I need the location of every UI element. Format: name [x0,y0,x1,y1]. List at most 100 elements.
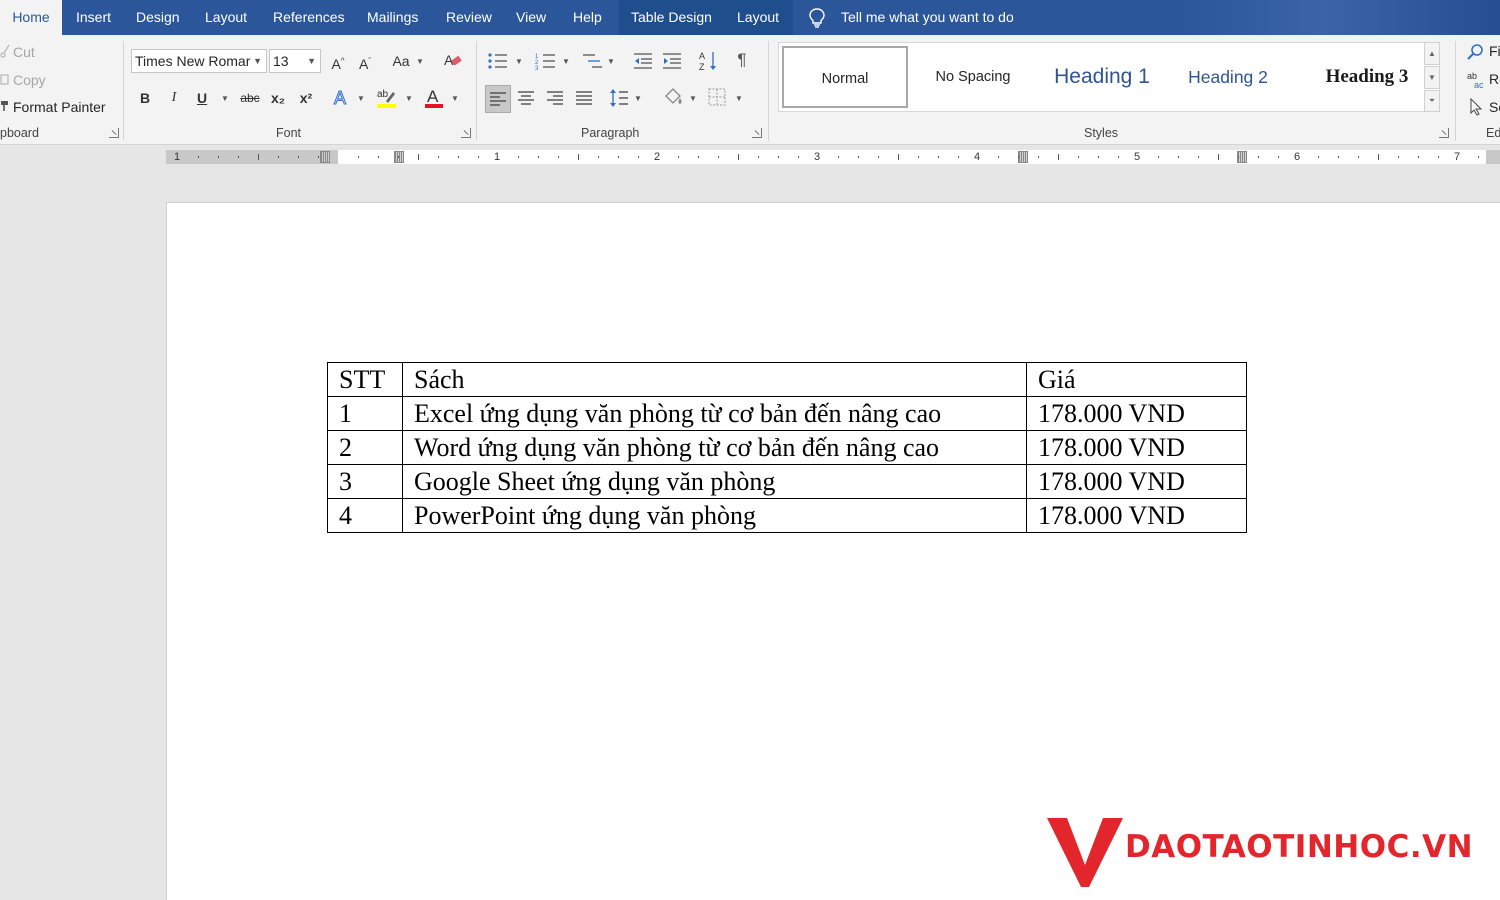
clear-formatting-icon[interactable]: A [443,50,463,70]
ruler-tick [878,156,879,158]
table-cell[interactable]: 2 [327,430,403,465]
ruler-tick [598,156,599,158]
tab-insert[interactable]: Insert [76,0,111,35]
strikethrough-button[interactable]: abc [238,87,262,109]
chevron-down-icon: ▼ [416,57,424,66]
text-effects-icon[interactable]: A [332,87,352,109]
table-cell[interactable]: 4 [327,498,403,533]
chevron-down-icon: ▼ [221,94,229,103]
tab-home[interactable]: Home [0,0,62,35]
font-color-icon[interactable]: A [424,86,444,110]
sort-icon[interactable]: AZ [698,50,718,72]
table-cell[interactable]: Giá [1026,362,1247,397]
tab-design[interactable]: Design [136,0,180,35]
horizontal-ruler[interactable]: 1 1 2 3 4 5 6 7 [166,150,1500,164]
justify-icon[interactable] [575,90,593,106]
table-cell[interactable]: 178.000 VND [1026,396,1247,431]
ruler-tick [218,156,219,158]
font-dialog-launcher[interactable] [461,128,471,138]
multilevel-list-icon[interactable] [581,52,603,70]
watermark-text: DAOTAOTINHOC.VN [1125,829,1474,865]
paragraph-dialog-launcher[interactable] [752,128,762,138]
tab-view[interactable]: View [516,0,546,35]
style-heading-1[interactable]: Heading 1 [1037,46,1167,108]
select-button[interactable]: Se [1489,99,1500,115]
table-cell[interactable]: 3 [327,464,403,499]
font-name-value: Times New Romar [135,53,251,69]
style-heading-3[interactable]: Heading 3 [1297,46,1437,108]
line-spacing-icon[interactable] [609,88,629,108]
align-left-button[interactable] [485,85,511,113]
ruler-tick [1118,156,1119,158]
ruler-tick [1238,156,1239,158]
find-button[interactable]: Fi [1489,43,1500,59]
styles-more[interactable]: ⏷ [1424,90,1440,112]
subscript-button[interactable]: x₂ [268,87,288,109]
table-cell[interactable]: 178.000 VND [1026,430,1247,465]
tab-help[interactable]: Help [573,0,602,35]
change-case-button[interactable]: Aa [388,50,414,72]
format-painter-button[interactable]: Format Painter [13,99,106,115]
tab-table-design[interactable]: Table Design [631,0,712,35]
ruler-tick [638,156,639,158]
styles-scroll-down[interactable]: ▼ [1424,66,1440,89]
replace-button[interactable]: Re [1489,71,1500,87]
ruler-tick [778,156,779,158]
shrink-font-button[interactable]: Aˇ [356,50,374,72]
tab-references[interactable]: References [273,0,345,35]
italic-button[interactable]: I [165,87,183,109]
tab-review[interactable]: Review [446,0,492,35]
bold-button[interactable]: B [136,87,154,109]
tab-table-layout[interactable]: Layout [737,0,779,35]
ruler-number: 2 [654,151,661,163]
clipboard-dialog-launcher[interactable] [109,128,119,138]
table-cell[interactable]: PowerPoint ứng dụng văn phòng [402,498,1027,533]
borders-icon[interactable] [708,88,726,106]
align-right-icon[interactable] [546,90,564,106]
column-marker[interactable] [394,151,404,163]
ruler-tick [1078,156,1079,158]
table-cell[interactable]: 1 [327,396,403,431]
document-page[interactable]: STT Sách Giá 1 Excel ứng dụng văn phòng … [166,202,1500,900]
copy-button[interactable]: Copy [13,72,46,88]
column-marker[interactable] [320,151,330,163]
align-center-icon[interactable] [517,90,535,106]
watermark-logo: DAOTAOTINHOC.VN [1045,815,1495,890]
underline-button[interactable]: U [193,87,211,109]
font-name-combo[interactable]: Times New Romar ▼ [131,49,267,73]
shading-icon[interactable] [662,86,684,108]
table-cell[interactable]: STT [327,362,403,397]
table-cell[interactable]: Sách [402,362,1027,397]
font-size-combo[interactable]: 13 ▼ [269,49,321,73]
table-cell[interactable]: Word ứng dụng văn phòng từ cơ bản đến nâ… [402,430,1027,465]
table-cell[interactable]: 178.000 VND [1026,464,1247,499]
highlight-icon[interactable]: ab [376,86,398,110]
grow-font-button[interactable]: A^ [329,50,347,72]
cut-button[interactable]: Cut [13,44,35,60]
svg-text:ab: ab [377,89,389,100]
styles-dialog-launcher[interactable] [1439,128,1449,138]
table-row: 1 Excel ứng dụng văn phòng từ cơ bản đến… [327,396,1247,431]
books-table[interactable]: STT Sách Giá 1 Excel ứng dụng văn phòng … [327,362,1247,533]
increase-indent-icon[interactable] [662,52,682,70]
style-heading-2[interactable]: Heading 2 [1173,46,1283,108]
svg-text:A: A [427,87,439,106]
superscript-button[interactable]: x² [296,87,316,109]
tab-mailings[interactable]: Mailings [367,0,418,35]
decrease-indent-icon[interactable] [633,52,653,70]
table-cell[interactable]: Google Sheet ứng dụng văn phòng [402,464,1027,499]
ruler-tick [418,154,419,160]
show-formatting-marks-button[interactable]: ¶ [732,49,752,71]
ruler-tick [698,156,699,158]
bullets-icon[interactable] [487,52,509,70]
scissors-icon [0,44,10,58]
tab-layout[interactable]: Layout [205,0,247,35]
numbering-icon[interactable]: 123 [535,52,557,70]
chevron-down-icon: ▼ [451,94,459,103]
styles-scroll-up[interactable]: ▲ [1424,42,1440,65]
style-no-spacing[interactable]: No Spacing [914,46,1032,108]
table-cell[interactable]: 178.000 VND [1026,498,1247,533]
table-cell[interactable]: Excel ứng dụng văn phòng từ cơ bản đến n… [402,396,1027,431]
column-marker[interactable] [1018,151,1028,163]
style-normal[interactable]: Normal [782,46,908,108]
